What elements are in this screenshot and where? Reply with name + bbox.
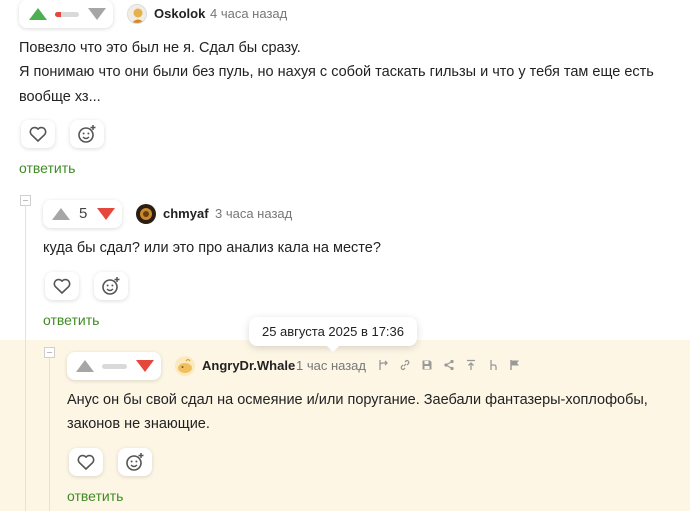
downvote-button[interactable] <box>97 208 115 220</box>
reply-link[interactable]: ответить <box>67 488 123 504</box>
comment-1-line-1: Повезло что это был не я. Сдал бы сразу. <box>19 40 301 56</box>
reaction-button[interactable] <box>70 120 104 148</box>
reply-link[interactable]: ответить <box>43 312 99 328</box>
smile-add-icon <box>102 277 120 295</box>
comment-3-line-2: законов не знающие. <box>67 416 210 432</box>
reply-link[interactable]: ответить <box>19 160 75 176</box>
scroll-up-icon[interactable] <box>464 358 478 372</box>
comment-1-vote-box <box>19 0 113 28</box>
save-icon[interactable] <box>420 358 434 372</box>
collapse-thread-button[interactable] <box>20 195 31 206</box>
comment-3-line-1: Анус он бы свой сдал на осмеяние и/или п… <box>67 392 648 408</box>
comment-2-line-1: куда бы сдал? или это про анализ кала на… <box>43 240 381 256</box>
flag-icon[interactable] <box>508 358 522 372</box>
author-name[interactable]: AngryDr.Whale <box>202 358 295 373</box>
downvote-button[interactable] <box>88 8 106 20</box>
heart-icon <box>77 454 95 470</box>
upvote-button[interactable] <box>29 8 47 20</box>
comment-time[interactable]: 4 часа назад <box>210 6 287 21</box>
timestamp-tooltip: 25 августа 2025 в 17:36 <box>249 317 417 352</box>
rating-bar-fill <box>55 12 61 17</box>
reaction-button[interactable] <box>94 272 128 300</box>
collapse-thread-button[interactable] <box>44 347 55 358</box>
link-icon[interactable] <box>398 358 412 372</box>
avatar-image <box>131 8 145 23</box>
rating-bar <box>102 364 127 369</box>
comment-time[interactable]: 3 часа назад <box>215 206 292 221</box>
like-button[interactable] <box>69 448 103 476</box>
avatar-image <box>178 358 192 373</box>
downvote-button[interactable] <box>136 360 154 372</box>
comment-2-vote-box: 5 <box>43 200 122 228</box>
like-button[interactable] <box>45 272 79 300</box>
author-name[interactable]: Oskolok <box>154 6 205 21</box>
avatar[interactable] <box>136 204 156 224</box>
upvote-button[interactable] <box>76 360 94 372</box>
avatar[interactable] <box>175 356 195 376</box>
comment-3-vote-box <box>67 352 161 380</box>
comment-1-line-3: вообще хз... <box>19 89 101 105</box>
branch-icon[interactable] <box>376 358 390 372</box>
author-name[interactable]: chmyaf <box>163 206 209 221</box>
like-button[interactable] <box>21 120 55 148</box>
heart-icon <box>53 278 71 294</box>
smile-add-icon <box>78 125 96 143</box>
comment-1-line-2: Я понимаю что они были без пуль, но наху… <box>19 64 654 80</box>
share-icon[interactable] <box>442 358 456 372</box>
upvote-button[interactable] <box>52 208 70 220</box>
thread-branch-line <box>25 200 26 511</box>
avatar[interactable] <box>127 4 147 24</box>
heart-icon <box>29 126 47 142</box>
comment-time[interactable]: 1 час назад <box>296 358 366 373</box>
reaction-button[interactable] <box>118 448 152 476</box>
avatar-image <box>140 208 152 220</box>
rating-bar <box>55 12 79 17</box>
thread-branch-line <box>49 352 50 511</box>
smile-add-icon <box>126 453 144 471</box>
rating-value: 5 <box>79 205 88 222</box>
tree-icon[interactable] <box>486 358 500 372</box>
